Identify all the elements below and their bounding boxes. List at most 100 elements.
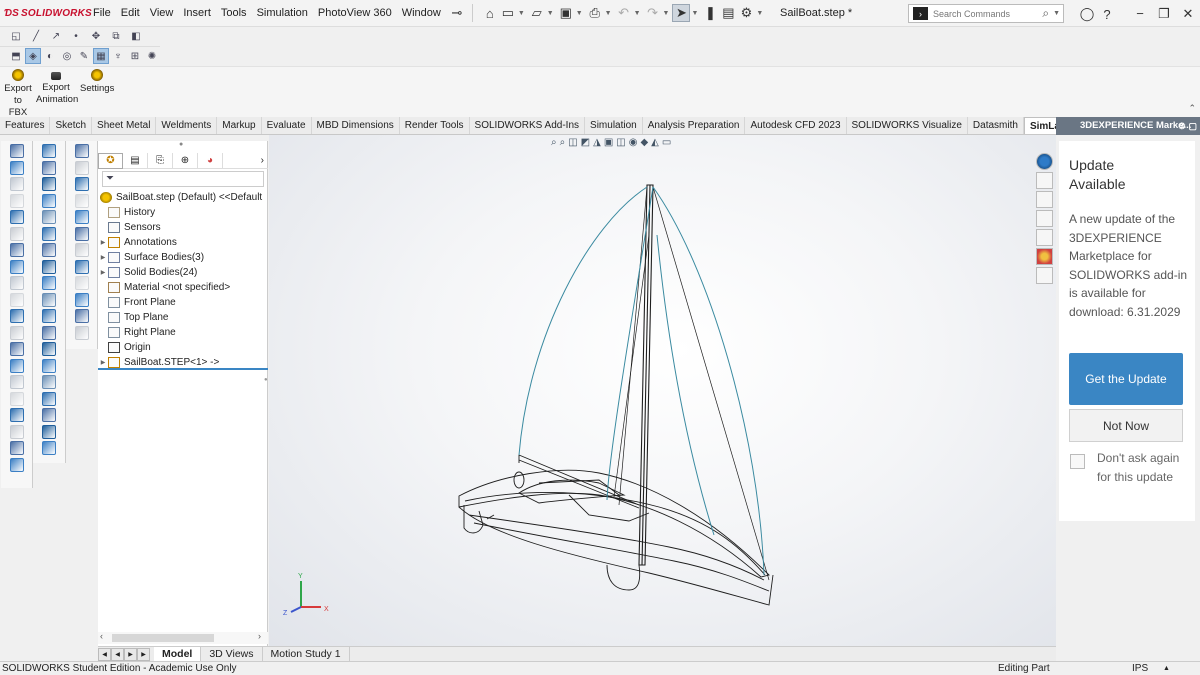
undo-icon[interactable]: ↶ bbox=[615, 4, 633, 22]
tool-icon[interactable] bbox=[74, 226, 89, 241]
menu-window[interactable]: Window bbox=[397, 0, 446, 27]
expand-arrow-icon[interactable]: ▶ bbox=[98, 239, 108, 246]
help-icon[interactable]: ? bbox=[1098, 5, 1116, 23]
tab-markup[interactable]: Markup bbox=[217, 117, 262, 134]
menu-tools[interactable]: Tools bbox=[216, 0, 252, 27]
tool-icon[interactable] bbox=[42, 226, 56, 241]
hide-show-icon[interactable]: ◎ bbox=[59, 48, 75, 64]
tool-icon[interactable] bbox=[74, 309, 89, 323]
search-input[interactable]: Search Commands bbox=[933, 9, 1042, 19]
tool-icon[interactable] bbox=[9, 309, 24, 323]
graphics-area[interactable]: ⌕ ⌕ ◫ ◩ ◮ ▣ ◫ ◉ ◆ ◭ ▭ Y X Z bbox=[269, 135, 1056, 646]
lamp-icon[interactable]: ♆ bbox=[110, 48, 126, 64]
tool-icon[interactable] bbox=[74, 160, 89, 175]
traffic-light-icon[interactable]: ❚ bbox=[701, 4, 719, 22]
tool-icon[interactable] bbox=[9, 259, 24, 274]
tab-sheet-metal[interactable]: Sheet Metal bbox=[92, 117, 157, 134]
expand-arrow-icon[interactable]: ▶ bbox=[98, 269, 108, 276]
expand-arrow-icon[interactable]: ▶ bbox=[98, 359, 108, 366]
tool-icon[interactable] bbox=[74, 276, 89, 290]
tool-icon[interactable] bbox=[42, 325, 56, 340]
tab-mbd-dimensions[interactable]: MBD Dimensions bbox=[312, 117, 400, 134]
tab-weldments[interactable]: Weldments bbox=[156, 117, 218, 134]
tree-horizontal-scrollbar[interactable]: ‹ › bbox=[98, 631, 268, 644]
tool-icon[interactable] bbox=[74, 259, 89, 274]
tab-solidworks-visualize[interactable]: SOLIDWORKS Visualize bbox=[847, 117, 968, 134]
tree-item[interactable]: Sensors bbox=[98, 220, 161, 235]
smart-dimension-icon[interactable]: ↗ bbox=[48, 29, 64, 45]
new-document-icon[interactable]: ▭ bbox=[499, 4, 517, 22]
scroll-thumb[interactable] bbox=[112, 634, 214, 642]
chevron-down-icon[interactable]: ▼ bbox=[756, 10, 763, 17]
tool-icon[interactable] bbox=[42, 193, 56, 208]
rollback-bar[interactable] bbox=[98, 368, 268, 370]
menu-view[interactable]: View bbox=[145, 0, 179, 27]
appearances-icon[interactable] bbox=[1036, 248, 1053, 265]
tab-evaluate[interactable]: Evaluate bbox=[262, 117, 312, 134]
tool-icon[interactable] bbox=[9, 358, 24, 373]
tool-icon[interactable] bbox=[42, 276, 56, 290]
tab-features[interactable]: Features bbox=[0, 117, 51, 134]
tool-icon[interactable] bbox=[9, 441, 24, 455]
chevron-down-icon[interactable]: ▼ bbox=[605, 10, 612, 17]
chevron-down-icon[interactable]: ▼ bbox=[634, 10, 641, 17]
open-folder-icon[interactable]: ▱ bbox=[528, 4, 546, 22]
save-icon[interactable]: ▣ bbox=[557, 4, 575, 22]
tool-icon[interactable] bbox=[42, 243, 56, 257]
view-palette-icon[interactable] bbox=[1036, 229, 1053, 246]
menu-simulation[interactable]: Simulation bbox=[252, 0, 313, 27]
menu-insert[interactable]: Insert bbox=[178, 0, 216, 27]
tab-solidworks-add-ins[interactable]: SOLIDWORKS Add-Ins bbox=[470, 117, 586, 134]
collapse-ribbon-icon[interactable]: ⌃ bbox=[1188, 103, 1196, 114]
tool-icon[interactable] bbox=[42, 160, 56, 175]
tool-icon[interactable] bbox=[9, 391, 24, 406]
tab-autodesk-cfd-2023[interactable]: Autodesk CFD 2023 bbox=[745, 117, 847, 134]
tab-analysis-preparation[interactable]: Analysis Preparation bbox=[643, 117, 746, 134]
home-icon[interactable] bbox=[1036, 172, 1053, 189]
tab-motion-study[interactable]: Motion Study 1 bbox=[263, 647, 350, 661]
file-explorer-icon[interactable] bbox=[1036, 210, 1053, 227]
search-commands[interactable]: › Search Commands ⌕ ▼ bbox=[908, 4, 1064, 23]
expand-arrow-icon[interactable]: ▶ bbox=[98, 254, 108, 261]
settings-sun-icon[interactable]: ✺ bbox=[144, 48, 160, 64]
pin-icon[interactable]: ⊸ bbox=[448, 4, 466, 22]
display-manager-tab-icon[interactable]: ◕ bbox=[198, 152, 223, 169]
tool-icon[interactable] bbox=[9, 342, 24, 356]
tool-icon[interactable] bbox=[9, 424, 24, 439]
filter-funnel-icon[interactable]: ⏷ bbox=[106, 173, 114, 184]
pane-close-icon[interactable]: ▢ bbox=[1188, 117, 1197, 135]
tool-icon[interactable] bbox=[74, 210, 89, 224]
chevron-down-icon[interactable]: ▼ bbox=[691, 10, 698, 17]
tool-icon[interactable] bbox=[74, 177, 89, 191]
move-icon[interactable]: ✥ bbox=[88, 29, 104, 45]
dimxpert-tab-icon[interactable]: ⊕ bbox=[173, 152, 198, 169]
first-tab-icon[interactable]: ◀ bbox=[98, 647, 111, 661]
tool-icon[interactable] bbox=[42, 391, 56, 406]
tool-icon[interactable] bbox=[42, 342, 56, 356]
tool-icon[interactable] bbox=[74, 144, 89, 158]
tool-icon[interactable] bbox=[42, 144, 56, 158]
tree-item[interactable]: Front Plane bbox=[98, 295, 176, 310]
file-properties-icon[interactable]: ▤ bbox=[719, 4, 737, 22]
dont-ask-checkbox[interactable] bbox=[1070, 454, 1085, 469]
camera-icon[interactable]: ⊞ bbox=[127, 48, 143, 64]
sketch-tool-icon[interactable]: ◱ bbox=[8, 29, 24, 45]
custom-properties-icon[interactable] bbox=[1036, 267, 1053, 284]
menu-edit[interactable]: Edit bbox=[116, 0, 145, 27]
tool-icon[interactable] bbox=[42, 424, 56, 439]
scroll-right-icon[interactable]: › bbox=[258, 631, 261, 641]
tool-icon[interactable] bbox=[42, 358, 56, 373]
not-now-button[interactable]: Not Now bbox=[1069, 409, 1183, 442]
menu-file[interactable]: File bbox=[88, 0, 116, 27]
tool-icon[interactable] bbox=[42, 375, 56, 389]
configuration-manager-tab-icon[interactable]: ⎘ bbox=[148, 152, 173, 169]
tool-icon[interactable] bbox=[9, 226, 24, 241]
tool-icon[interactable] bbox=[42, 309, 56, 323]
tree-item[interactable]: Origin bbox=[98, 340, 151, 355]
user-icon[interactable]: ◯ bbox=[1078, 5, 1096, 23]
tool-icon[interactable] bbox=[9, 243, 24, 257]
chevron-down-icon[interactable]: ▼ bbox=[518, 10, 525, 17]
display-style-icon[interactable]: ◈ bbox=[25, 48, 41, 64]
tool-icon[interactable] bbox=[9, 210, 24, 224]
point-icon[interactable]: • bbox=[68, 29, 84, 45]
